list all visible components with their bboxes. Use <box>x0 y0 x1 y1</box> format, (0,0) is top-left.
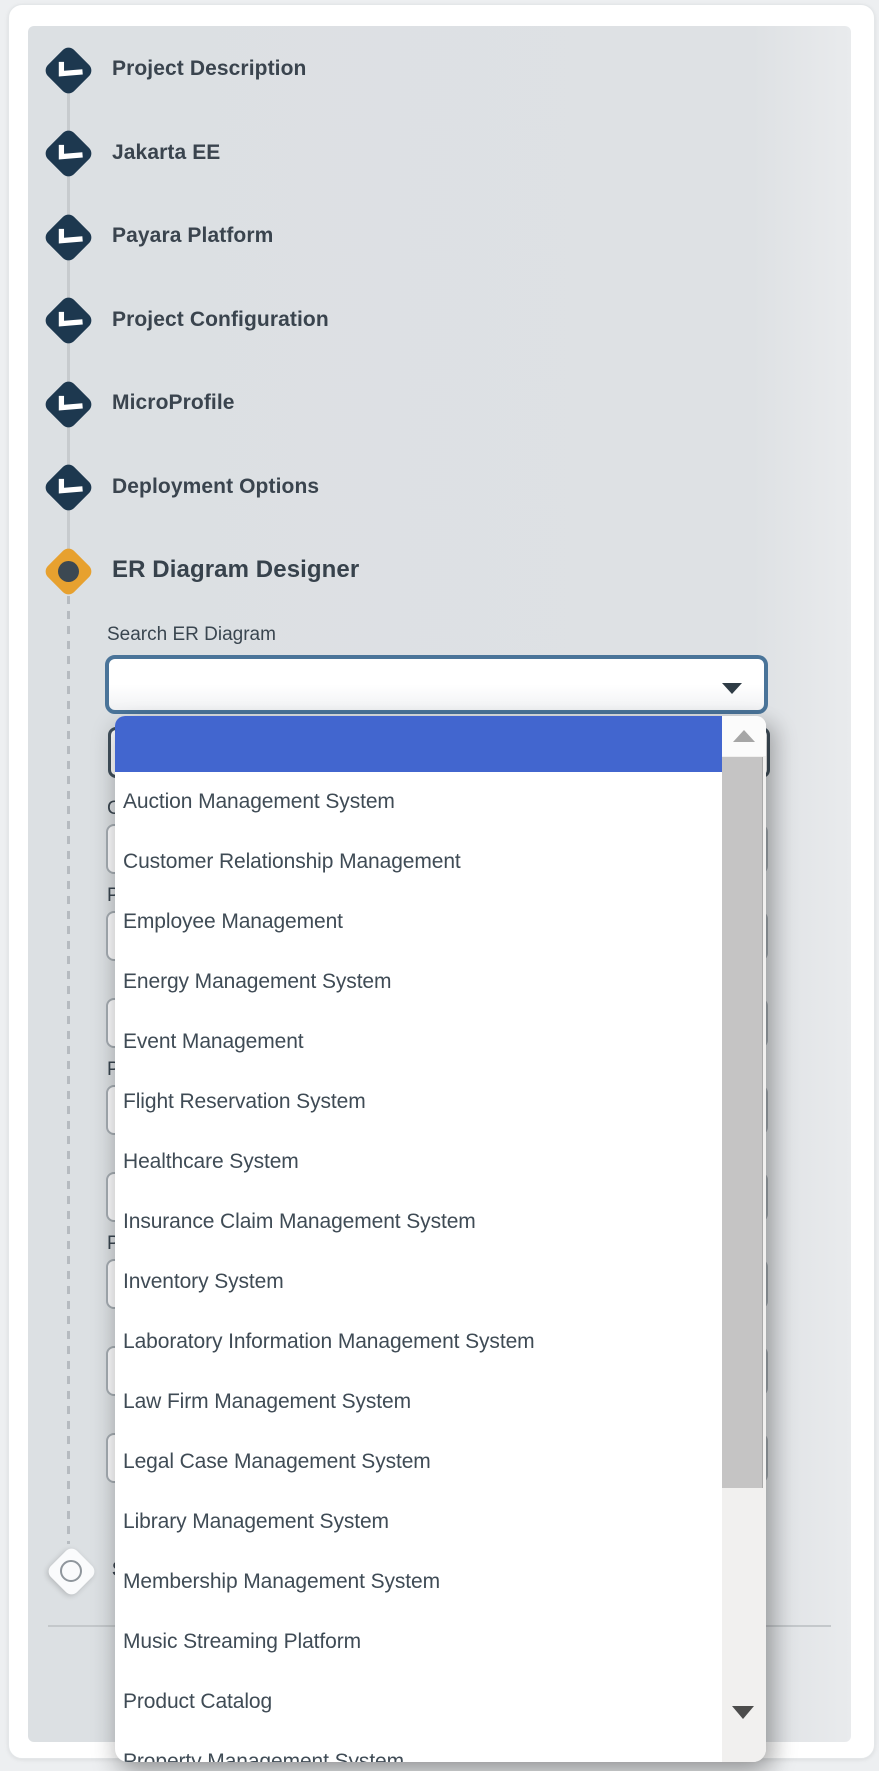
step-label: ER Diagram Designer <box>112 556 359 584</box>
option-list: Auction Management SystemCustomer Relati… <box>115 716 722 1762</box>
option-item[interactable]: Inventory System <box>115 1252 722 1312</box>
option-item[interactable]: Property Management System <box>115 1732 722 1762</box>
dropdown-scrollbar <box>722 716 766 1762</box>
chevron-down-icon <box>722 683 742 694</box>
option-item[interactable]: Customer Relationship Management <box>115 832 722 892</box>
step-label: Deployment Options <box>112 475 319 499</box>
scrollbar-down-button[interactable] <box>722 1692 766 1732</box>
option-item[interactable]: Product Catalog <box>115 1672 722 1732</box>
arrow-up-icon <box>733 730 755 742</box>
option-item[interactable]: Law Firm Management System <box>115 1372 722 1432</box>
option-item[interactable]: Healthcare System <box>115 1132 722 1192</box>
option-item[interactable]: Energy Management System <box>115 952 722 1012</box>
pending-step-circle-icon <box>60 1560 82 1582</box>
option-item[interactable]: Library Management System <box>115 1492 722 1552</box>
option-item[interactable]: Membership Management System <box>115 1552 722 1612</box>
search-er-diagram-label: Search ER Diagram <box>107 624 276 646</box>
option-empty-selected[interactable] <box>115 716 722 772</box>
step-label: Payara Platform <box>112 224 273 248</box>
option-item[interactable]: Employee Management <box>115 892 722 952</box>
active-step-dot-icon <box>58 561 79 582</box>
step-label: Jakarta EE <box>112 141 220 165</box>
er-diagram-dropdown: Auction Management SystemCustomer Relati… <box>115 716 766 1762</box>
step-label: Project Description <box>112 57 306 81</box>
option-item[interactable]: Event Management <box>115 1012 722 1072</box>
option-item[interactable]: Flight Reservation System <box>115 1072 722 1132</box>
er-diagram-select[interactable] <box>105 655 768 714</box>
option-item[interactable]: Insurance Claim Management System <box>115 1192 722 1252</box>
option-item[interactable]: Legal Case Management System <box>115 1432 722 1492</box>
stepper-connector-dashed <box>67 596 70 1544</box>
arrow-down-icon <box>732 1706 754 1719</box>
option-item[interactable]: Music Streaming Platform <box>115 1612 722 1672</box>
scrollbar-up-button[interactable] <box>722 716 766 756</box>
step-label: MicroProfile <box>112 391 235 415</box>
option-item[interactable]: Laboratory Information Management System <box>115 1312 722 1372</box>
step-label: Project Configuration <box>112 308 329 332</box>
scrollbar-thumb[interactable] <box>722 757 763 1488</box>
payara-starter-wizard: Project Description Jakarta EE Payara Plat… <box>0 0 879 1771</box>
option-item[interactable]: Auction Management System <box>115 772 722 832</box>
